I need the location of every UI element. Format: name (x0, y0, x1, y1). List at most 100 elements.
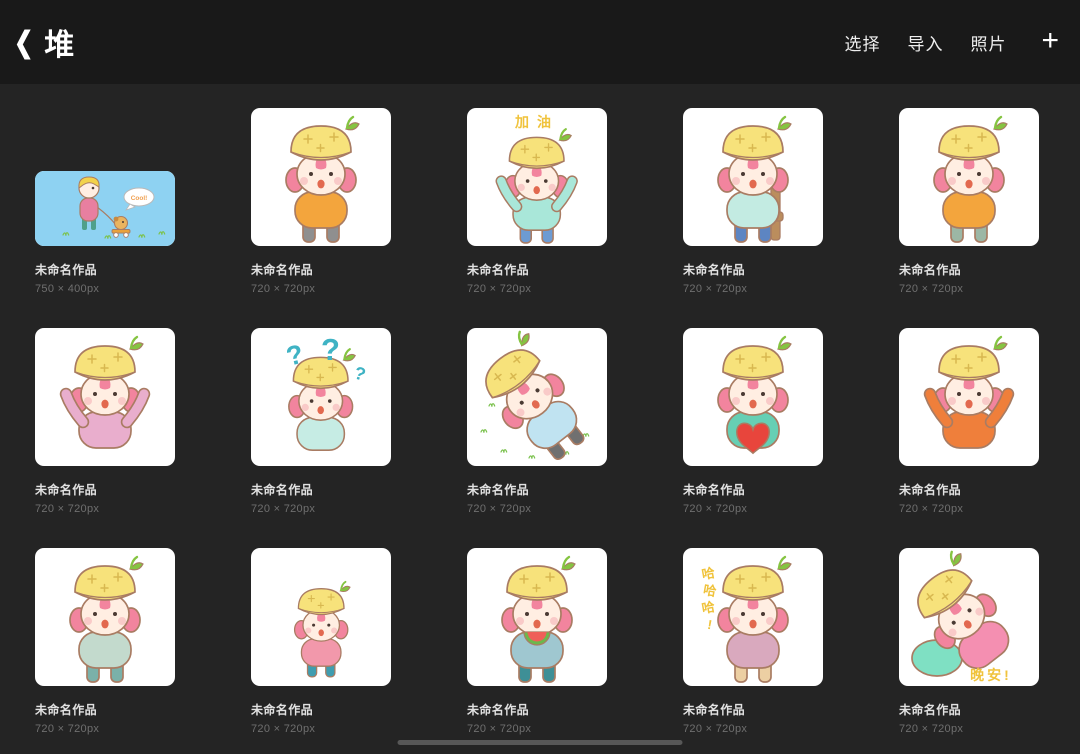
artwork-title[interactable]: 未命名作品 (899, 261, 1039, 278)
artwork-title[interactable]: 未命名作品 (467, 701, 607, 718)
artwork-title[interactable]: 未命名作品 (35, 481, 175, 498)
artwork-size: 720 × 720px (899, 283, 964, 295)
artwork-meta: 未命名作品 720 × 720px (251, 261, 391, 295)
artwork-item[interactable]: 未命名作品 720 × 720px (683, 108, 823, 295)
artwork-size: 720 × 720px (899, 723, 964, 735)
artwork-size: 720 × 720px (251, 283, 316, 295)
stack-title: 堆 (44, 29, 76, 62)
artwork-grid: Cool! 未命名作品 750 × 400px 未命名作品 720 × 720px (0, 84, 1080, 735)
artwork-meta: 未命名作品 720 × 720px (899, 481, 1039, 515)
artwork-meta: 未命名作品 750 × 400px (35, 261, 175, 295)
artwork-item[interactable]: Cool! 未命名作品 750 × 400px (35, 108, 175, 295)
artwork-title[interactable]: 未命名作品 (467, 481, 607, 498)
artwork-size: 720 × 720px (683, 283, 748, 295)
artwork-meta: 未命名作品 720 × 720px (467, 481, 607, 515)
artwork-size: 720 × 720px (467, 723, 532, 735)
artwork-thumbnail[interactable] (251, 108, 391, 246)
artwork-thumbnail[interactable] (683, 328, 823, 466)
select-button[interactable]: 选择 (844, 30, 880, 55)
svg-text:?: ? (283, 339, 306, 372)
artwork-thumbnail[interactable]: 加油 (467, 108, 607, 246)
artwork-item[interactable]: 晚安! 未命名作品 720 × 720px (899, 548, 1039, 735)
artwork-size: 720 × 720px (251, 723, 316, 735)
artwork-meta: 未命名作品 720 × 720px (899, 701, 1039, 735)
svg-text:哈: 哈 (701, 565, 716, 582)
svg-text:加油: 加油 (514, 114, 559, 130)
horizontal-scrollbar[interactable] (397, 740, 683, 745)
artwork-thumbnail[interactable] (35, 328, 175, 466)
svg-text:?: ? (352, 363, 368, 385)
artwork-meta: 未命名作品 720 × 720px (899, 261, 1039, 295)
back-button[interactable]: ❮ 堆 (14, 20, 75, 64)
artwork-meta: 未命名作品 720 × 720px (467, 701, 607, 735)
artwork-title[interactable]: 未命名作品 (467, 261, 607, 278)
artwork-thumbnail[interactable]: 哈哈哈! (683, 548, 823, 686)
artwork-meta: 未命名作品 720 × 720px (35, 701, 175, 735)
artwork-thumbnail-area: 哈哈哈! (683, 548, 823, 686)
artwork-item[interactable]: 未命名作品 720 × 720px (467, 548, 607, 735)
artwork-title[interactable]: 未命名作品 (683, 261, 823, 278)
artwork-item[interactable]: 未命名作品 720 × 720px (251, 108, 391, 295)
artwork-thumbnail-area: 晚安! (899, 548, 1039, 686)
artwork-thumbnail[interactable]: 晚安! (899, 548, 1039, 686)
artwork-item[interactable]: 未命名作品 720 × 720px (683, 328, 823, 515)
artwork-size: 720 × 720px (683, 723, 748, 735)
artwork-title[interactable]: 未命名作品 (683, 481, 823, 498)
add-button[interactable]: + (1041, 24, 1060, 57)
artwork-size: 750 × 400px (35, 283, 100, 295)
artwork-item[interactable]: 未命名作品 720 × 720px (251, 548, 391, 735)
artwork-thumbnail-area: Cool! (35, 108, 175, 246)
nav-actions: 选择 导入 照片 + (844, 24, 1060, 57)
nav-bar: ❮ 堆 选择 导入 照片 + (0, 0, 1080, 84)
artwork-meta: 未命名作品 720 × 720px (251, 701, 391, 735)
artwork-thumbnail[interactable] (899, 328, 1039, 466)
artwork-title[interactable]: 未命名作品 (899, 701, 1039, 718)
artwork-thumbnail-area (467, 328, 607, 466)
artwork-thumbnail-area (899, 328, 1039, 466)
artwork-thumbnail-area (251, 548, 391, 686)
artwork-size: 720 × 720px (683, 503, 748, 515)
artwork-thumbnail-area (467, 548, 607, 686)
artwork-size: 720 × 720px (467, 283, 532, 295)
svg-text:Cool!: Cool! (131, 195, 148, 202)
artwork-size: 720 × 720px (899, 503, 964, 515)
photos-button[interactable]: 照片 (970, 30, 1006, 55)
artwork-item[interactable]: 加油未命名作品 720 × 720px (467, 108, 607, 295)
artwork-title[interactable]: 未命名作品 (35, 701, 175, 718)
artwork-item[interactable]: 未命名作品 720 × 720px (899, 328, 1039, 515)
artwork-meta: 未命名作品 720 × 720px (683, 701, 823, 735)
artwork-thumbnail[interactable]: Cool! (35, 171, 175, 246)
artwork-item[interactable]: 未命名作品 720 × 720px (35, 548, 175, 735)
artwork-item[interactable]: 未命名作品 720 × 720px (467, 328, 607, 515)
artwork-meta: 未命名作品 720 × 720px (683, 481, 823, 515)
artwork-thumbnail[interactable] (899, 108, 1039, 246)
import-button[interactable]: 导入 (907, 30, 943, 55)
artwork-item[interactable]: 哈哈哈! 未命名作品 720 × 720px (683, 548, 823, 735)
svg-text:?: ? (321, 332, 340, 367)
artwork-thumbnail[interactable] (467, 548, 607, 686)
artwork-title[interactable]: 未命名作品 (899, 481, 1039, 498)
artwork-item[interactable]: ? ? ? 未命名作品 720 × 720px (251, 328, 391, 515)
artwork-thumbnail-area (899, 108, 1039, 246)
artwork-thumbnail[interactable] (467, 328, 607, 466)
artwork-size: 720 × 720px (251, 503, 316, 515)
artwork-item[interactable]: 未命名作品 720 × 720px (899, 108, 1039, 295)
back-chevron-icon: ❮ (14, 25, 34, 58)
artwork-title[interactable]: 未命名作品 (251, 701, 391, 718)
artwork-thumbnail[interactable] (683, 108, 823, 246)
artwork-title[interactable]: 未命名作品 (35, 261, 175, 278)
artwork-title[interactable]: 未命名作品 (683, 701, 823, 718)
artwork-thumbnail-area (251, 108, 391, 246)
artwork-item[interactable]: 未命名作品 720 × 720px (35, 328, 175, 515)
artwork-thumbnail-area (683, 328, 823, 466)
artwork-thumbnail[interactable]: ? ? ? (251, 328, 391, 466)
artwork-thumbnail[interactable] (35, 548, 175, 686)
artwork-title[interactable]: 未命名作品 (251, 481, 391, 498)
svg-text:晚安!: 晚安! (970, 667, 1012, 683)
plus-icon: + (1041, 24, 1060, 57)
artwork-meta: 未命名作品 720 × 720px (35, 481, 175, 515)
artwork-thumbnail[interactable] (251, 548, 391, 686)
artwork-size: 720 × 720px (35, 723, 100, 735)
artwork-title[interactable]: 未命名作品 (251, 261, 391, 278)
artwork-thumbnail-area: ? ? ? (251, 328, 391, 466)
